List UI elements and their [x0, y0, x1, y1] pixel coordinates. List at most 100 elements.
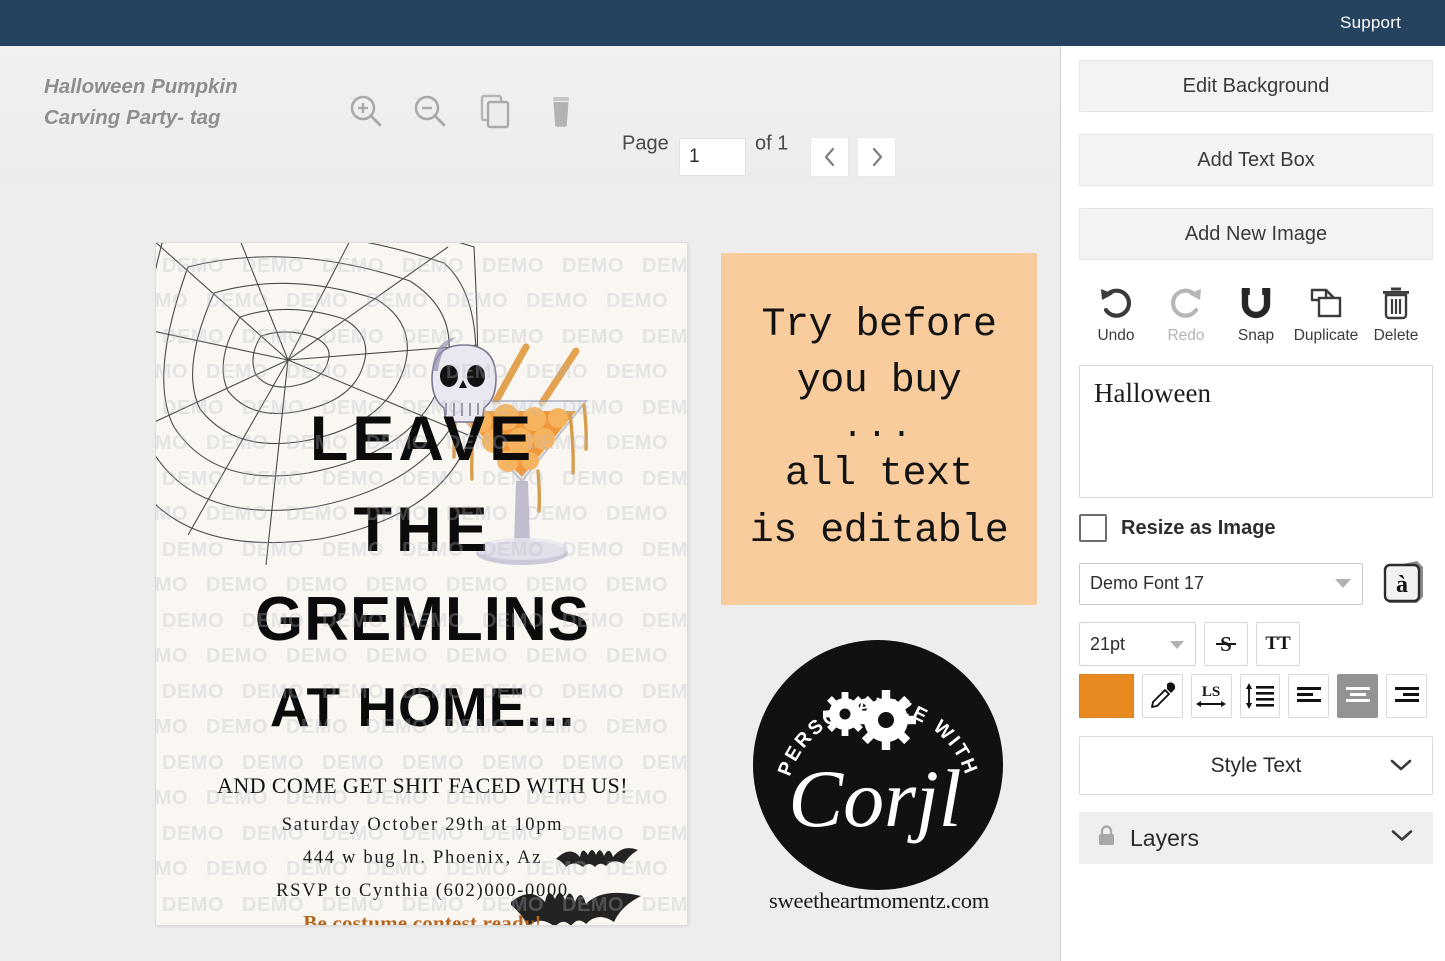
watermark-text: DEMO: [526, 290, 588, 313]
trash-icon[interactable]: [536, 86, 586, 136]
eyedropper-button[interactable]: [1142, 674, 1183, 718]
invitation-headline-1[interactable]: LEAVE: [156, 410, 688, 470]
promo-line-4: all text: [785, 447, 973, 504]
watermark-text: DEMO: [482, 752, 544, 775]
page-number-input[interactable]: [679, 138, 746, 176]
redo-button[interactable]: Redo: [1153, 282, 1219, 345]
undo-label: Undo: [1097, 327, 1134, 345]
watermark-text: DEMO: [642, 255, 688, 278]
edit-background-button[interactable]: Edit Background: [1079, 60, 1433, 112]
right-sidebar: Edit Background Add Text Box Add New Ima…: [1061, 46, 1445, 961]
style-text-label: Style Text: [1211, 754, 1302, 778]
magnet-icon: [1239, 282, 1273, 324]
line-height-button[interactable]: [1240, 674, 1281, 718]
personalize-with-corjl-badge: PERSONALIZE WITH: [753, 640, 1003, 890]
font-family-row: Demo Font 17 à: [1079, 557, 1427, 610]
chevron-down-icon: [1334, 573, 1352, 594]
invitation-date-line[interactable]: Saturday October 29th at 10pm: [156, 815, 688, 836]
duplicate-button[interactable]: Duplicate: [1293, 282, 1359, 345]
watermark-text: DEMO: [642, 468, 688, 491]
letter-spacing-button[interactable]: LS: [1191, 674, 1232, 718]
font-family-select[interactable]: Demo Font 17: [1079, 563, 1363, 605]
text-transform-button[interactable]: TT: [1256, 622, 1300, 666]
resize-as-image-checkbox[interactable]: [1079, 514, 1107, 542]
lock-icon: [1097, 824, 1116, 852]
promo-panel: Try before you buy ... all text is edita…: [721, 253, 1037, 605]
watermark-text: DEMO: [642, 326, 688, 349]
corjl-wordmark: Corjl: [788, 753, 961, 844]
page-next-button[interactable]: [857, 137, 896, 177]
add-text-box-button[interactable]: Add Text Box: [1079, 134, 1433, 186]
watermark-text: DEMO: [242, 752, 304, 775]
font-family-value: Demo Font 17: [1090, 573, 1204, 594]
snap-button[interactable]: Snap: [1223, 282, 1289, 345]
invitation-subline[interactable]: AND COME GET SHIT FACED WITH US!: [156, 773, 688, 799]
invitation-headline-4[interactable]: AT HOME...: [156, 681, 688, 733]
undo-icon: [1098, 282, 1134, 324]
promo-line-5: is editable: [750, 504, 1009, 561]
zoom-in-icon[interactable]: [341, 86, 391, 136]
duplicate-label: Duplicate: [1294, 327, 1359, 345]
invitation-rsvp-line[interactable]: RSVP to Cynthia (602)000-0000: [156, 881, 688, 902]
add-new-image-button[interactable]: Add New Image: [1079, 208, 1433, 260]
watermark-text: DEMO: [562, 752, 624, 775]
snap-label: Snap: [1238, 327, 1274, 345]
promo-line-3: ...: [842, 411, 915, 447]
redo-label: Redo: [1167, 327, 1204, 345]
align-right-button[interactable]: [1386, 674, 1427, 718]
text-format-row: LS: [1079, 674, 1427, 718]
watermark-text: DEMO: [402, 752, 464, 775]
accent-char-label: à: [1396, 572, 1408, 598]
watermark-text: DEMO: [606, 290, 668, 313]
text-content-editor[interactable]: Halloween: [1079, 365, 1433, 498]
font-size-select[interactable]: 21pt: [1079, 622, 1196, 666]
delete-button[interactable]: Delete: [1363, 282, 1429, 345]
letter-spacing-label: LS: [1202, 684, 1220, 700]
watermark-text: DEMO: [606, 361, 668, 384]
chevron-down-icon: [1169, 634, 1185, 655]
invitation-headline-3[interactable]: GREMLINS: [156, 591, 688, 650]
align-center-button[interactable]: [1337, 674, 1378, 718]
watermark-text: DEMO: [322, 752, 384, 775]
watermark-text: DEMO: [686, 361, 688, 384]
watermark-text: DEMO: [162, 752, 224, 775]
font-size-value: 21pt: [1090, 634, 1125, 655]
undo-button[interactable]: Undo: [1083, 282, 1149, 345]
layers-accordion[interactable]: Layers: [1079, 812, 1433, 864]
resize-as-image-label: Resize as Image: [1121, 517, 1276, 540]
promo-line-2: you buy: [797, 354, 962, 411]
duplicate-page-icon[interactable]: [470, 86, 520, 136]
editor-toolbar: Halloween Pumpkin Carving Party- tag: [0, 46, 1060, 186]
watermark-text: DEMO: [482, 255, 544, 278]
design-canvas[interactable]: LEAVE THE GREMLINS AT HOME... AND COME G…: [0, 186, 1060, 961]
invitation-card[interactable]: LEAVE THE GREMLINS AT HOME... AND COME G…: [155, 242, 688, 926]
invitation-address-line[interactable]: 444 w bug ln. Phoenix, Az: [156, 848, 688, 869]
document-title: Halloween Pumpkin Carving Party- tag: [44, 72, 304, 134]
align-left-button[interactable]: [1288, 674, 1329, 718]
workspace: Halloween Pumpkin Carving Party- tag: [0, 46, 1060, 961]
promo-line-1: Try before: [761, 298, 996, 355]
duplicate-icon: [1308, 282, 1344, 324]
font-size-row: 21pt S TT: [1079, 622, 1427, 666]
delete-label: Delete: [1374, 327, 1419, 345]
invitation-closing-line[interactable]: Be costume contest ready!: [156, 911, 688, 926]
site-url-label: sweetheartmomentz.com: [721, 888, 1037, 914]
text-transform-label: TT: [1265, 633, 1290, 655]
watermark-text: DEMO: [562, 255, 624, 278]
invitation-headline-2[interactable]: THE: [156, 501, 688, 561]
page-label: Page: [622, 133, 669, 156]
action-toolbar: Undo Redo Snap: [1079, 282, 1433, 345]
text-color-swatch[interactable]: [1079, 674, 1134, 718]
page-total-label: of 1: [755, 133, 788, 156]
support-link[interactable]: Support: [1340, 13, 1401, 33]
strikethrough-button[interactable]: S: [1204, 622, 1248, 666]
trash-icon: [1380, 282, 1412, 324]
resize-as-image-row[interactable]: Resize as Image: [1079, 514, 1427, 542]
zoom-out-icon[interactable]: [405, 86, 455, 136]
watermark-text: DEMO: [642, 752, 688, 775]
chevron-down-icon: [1390, 754, 1412, 778]
chevron-down-icon: [1391, 829, 1413, 848]
special-character-button[interactable]: à: [1381, 557, 1427, 610]
page-prev-button[interactable]: [810, 137, 849, 177]
style-text-accordion[interactable]: Style Text: [1079, 736, 1433, 795]
